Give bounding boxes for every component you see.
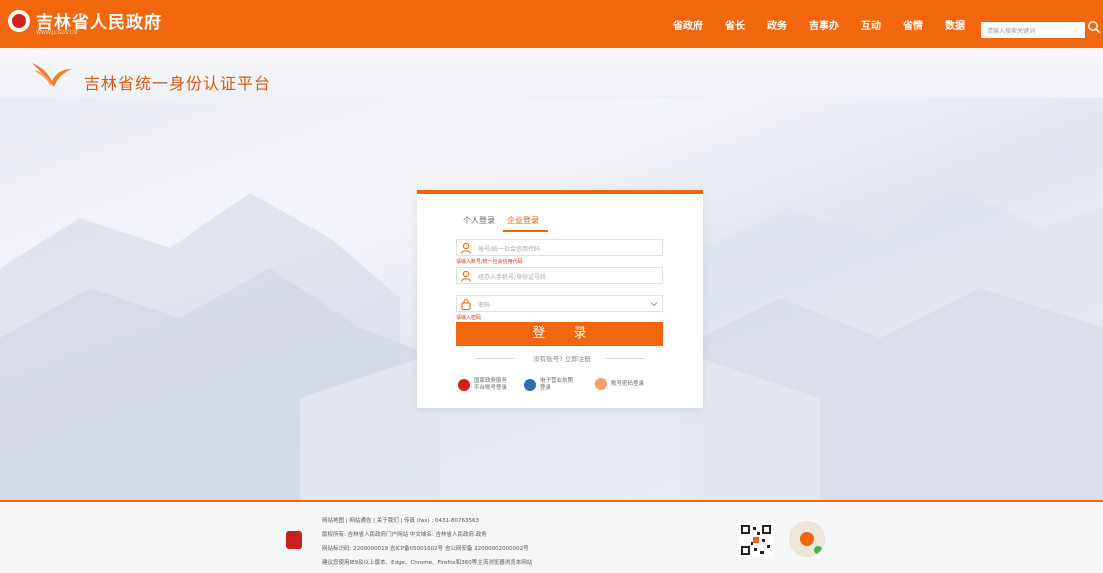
business-license-icon <box>524 379 536 391</box>
logo-subtext: WWW.JL.GOV.CN <box>36 30 78 36</box>
nav-item-province-info[interactable]: 省情 <box>903 17 923 32</box>
login-card: 个人登录 企业登录 账号/统一社会信用代码 请输入账号/统一社会信用代码 经办人… <box>417 190 703 408</box>
nav-item-government-affairs[interactable]: 政务 <box>767 17 787 32</box>
qr-code-icon <box>739 523 773 557</box>
footer-browser-note: 建议您使用IE9及以上版本、Edge、Chrome、Firefox和360等主流… <box>322 560 533 566</box>
footer-copyright: 版权所有: 吉林省人民政府门户网站 中文域名: 吉林省人民政府.政务 <box>322 532 487 538</box>
business-license-login[interactable]: 电子营业执照登录 <box>524 378 578 392</box>
alt-login-label: 电子营业执照登录 <box>540 378 574 391</box>
nav-item-governor[interactable]: 省长 <box>725 17 745 32</box>
national-emblem-icon <box>458 379 470 391</box>
nav-item-data[interactable]: 数据 <box>945 17 965 32</box>
mini-program-code-icon <box>789 521 825 557</box>
operator-input[interactable]: 经办人手机号/身份证号码 <box>456 267 663 284</box>
top-navbar: 吉林省人民政府 WWW.JL.GOV.CN 省政府 省长 政务 吉事办 互动 省… <box>0 0 1103 48</box>
user-icon <box>460 270 472 282</box>
search-input[interactable]: 请输入搜索关键词 <box>981 22 1085 38</box>
nav-item-jishiban[interactable]: 吉事办 <box>809 17 839 32</box>
alt-login-label: 国家政务服务平台账号登录 <box>474 378 508 391</box>
chevron-down-icon[interactable] <box>650 300 658 308</box>
register-link[interactable]: 没有账号? 立即注册 <box>522 353 602 363</box>
national-emblem-icon <box>8 9 30 32</box>
party-government-badge-icon[interactable] <box>286 531 302 549</box>
footer-icp: 网站标识码: 2200000019 吉ICP备05001602号 吉公网安备 2… <box>322 546 529 552</box>
nav-item-interaction[interactable]: 互动 <box>861 17 881 32</box>
active-tab-indicator <box>503 230 548 232</box>
user-icon <box>460 242 472 254</box>
footer-links[interactable]: 网站地图 | 网站通告 | 关于我们 | 传真 (fax) : 0431-807… <box>322 516 479 524</box>
account-input[interactable]: 账号/统一社会信用代码 <box>456 239 663 256</box>
platform-bird-logo-icon <box>32 63 72 87</box>
account-error-message: 请输入账号/统一社会信用代码 <box>456 259 523 265</box>
nav-item-province-gov[interactable]: 省政府 <box>673 17 703 32</box>
search-icon[interactable] <box>1087 20 1101 34</box>
lock-icon <box>595 378 607 390</box>
login-button[interactable]: 登 录 <box>456 322 663 346</box>
platform-title: 吉林省统一身份认证平台 <box>84 74 272 93</box>
main-nav: 省政府 省长 政务 吉事办 互动 省情 数据 <box>651 0 965 48</box>
national-platform-login[interactable]: 国家政务服务平台账号登录 <box>458 378 512 392</box>
password-login[interactable]: 账号密码登录 <box>595 378 649 390</box>
tab-company-login[interactable]: 企业登录 <box>507 215 539 226</box>
lock-icon <box>461 298 471 310</box>
alt-login-label: 账号密码登录 <box>611 380 645 387</box>
footer <box>0 502 1103 573</box>
divider-left <box>475 358 515 359</box>
tab-personal-login[interactable]: 个人登录 <box>463 215 495 226</box>
government-logo[interactable]: 吉林省人民政府 <box>8 8 162 33</box>
divider-right <box>605 358 645 359</box>
password-error-message: 请输入密码 <box>456 315 482 321</box>
password-input[interactable]: 密码 <box>456 295 663 312</box>
